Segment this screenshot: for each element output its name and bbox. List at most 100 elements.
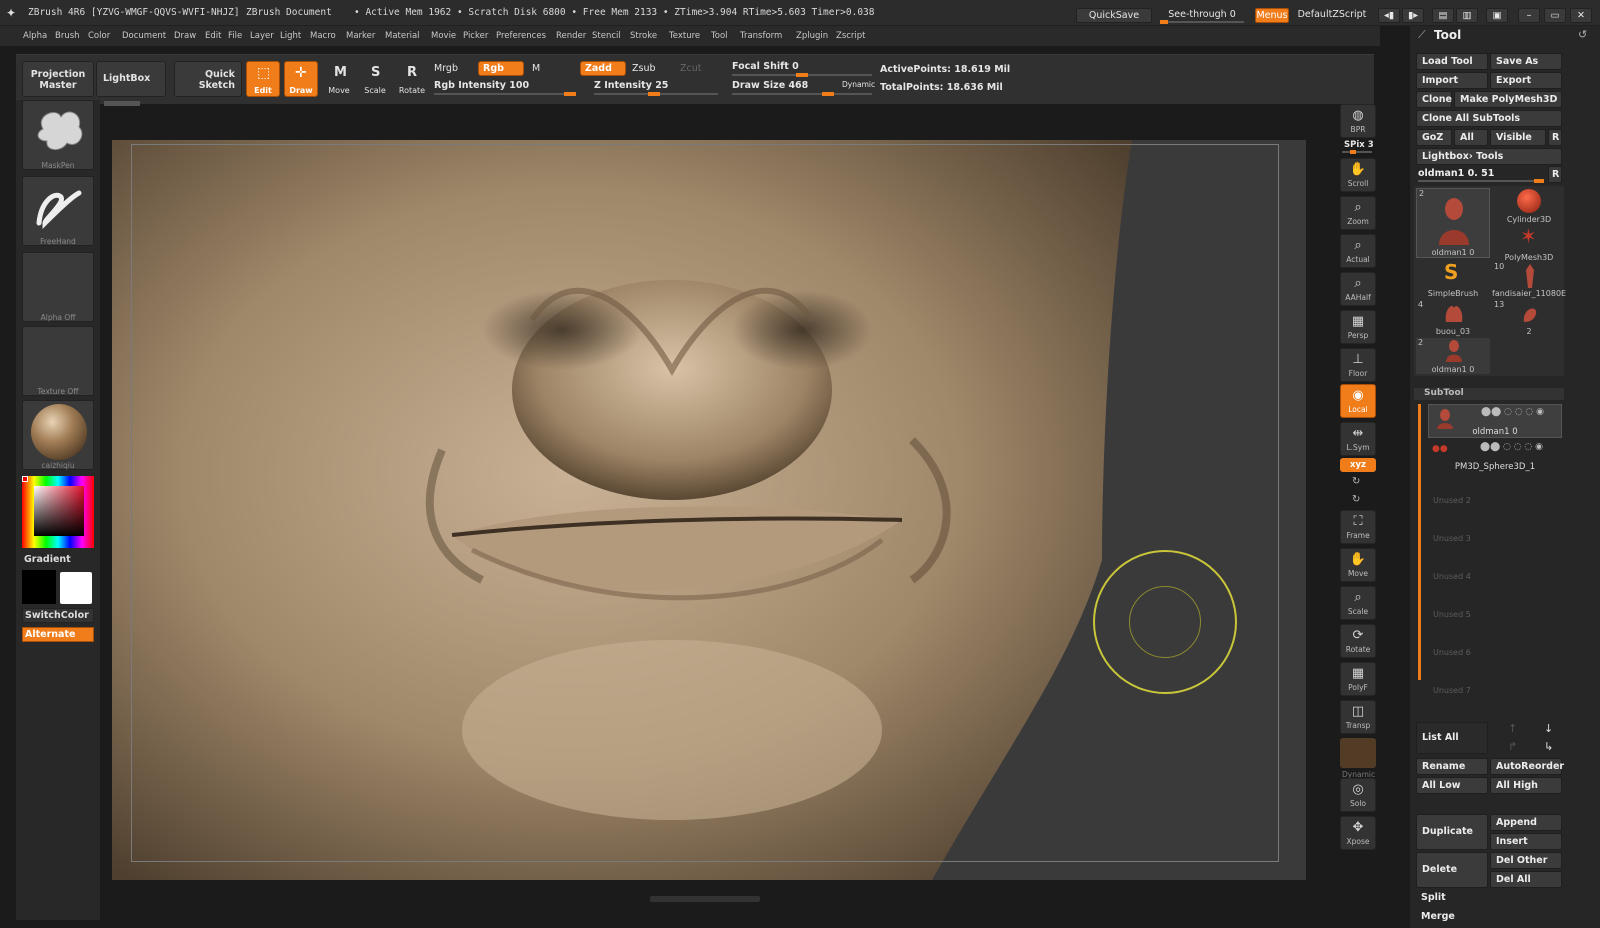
move-view-button[interactable]: ✋ Move	[1340, 548, 1376, 582]
arrow-up-right-icon[interactable]: ↱	[1508, 740, 1517, 753]
edit-button[interactable]: ⬚ Edit	[246, 61, 280, 97]
menu-alpha[interactable]: Alpha	[23, 31, 47, 41]
mrgb-button[interactable]: Mrgb	[434, 63, 458, 74]
tool-thumb-oldman-small[interactable]: 2 oldman1 0	[1416, 338, 1490, 374]
alternate-button[interactable]: Alternate	[22, 627, 94, 642]
tool-thumb-2[interactable]: 13 2	[1492, 300, 1566, 336]
bpr-button[interactable]: ◍ BPR	[1340, 104, 1376, 138]
menu-stencil[interactable]: Stencil	[592, 31, 621, 41]
subtool-scrollbar[interactable]	[1418, 404, 1421, 680]
brush-selector[interactable]: MaskPen	[22, 100, 94, 170]
goz-all-button[interactable]: All	[1454, 129, 1488, 146]
quicksave-button[interactable]: QuickSave	[1076, 8, 1152, 23]
layout-a-icon[interactable]: ▤	[1432, 8, 1454, 23]
arrow-down-icon[interactable]: ↓	[1544, 722, 1553, 735]
subtool-item-active[interactable]: ⬤⬤ ◌ ◌ ◌ ◉ oldman1 0	[1428, 404, 1562, 438]
palette-reset-icon[interactable]: ↺	[1578, 28, 1587, 41]
subtool-item[interactable]: ●● ⬤⬤ ◌ ◌ ◌ ◉ PM3D_Sphere3D_1	[1428, 442, 1562, 474]
focal-shift-slider[interactable]	[732, 73, 872, 77]
all-high-button[interactable]: All High	[1490, 777, 1562, 794]
menu-zscript[interactable]: Zscript	[836, 31, 866, 41]
rotate-y-icon[interactable]: ↻	[1352, 476, 1360, 487]
menu-tool[interactable]: Tool	[711, 31, 728, 41]
menu-stroke[interactable]: Stroke	[630, 31, 657, 41]
export-button[interactable]: Export	[1490, 72, 1562, 89]
arrow-up-icon[interactable]: ↑	[1508, 722, 1517, 735]
menu-movie[interactable]: Movie	[431, 31, 456, 41]
menu-marker[interactable]: Marker	[346, 31, 375, 41]
default-zscript-button[interactable]: DefaultZScript	[1292, 8, 1372, 23]
zoom-button[interactable]: ⌕ Zoom	[1340, 196, 1376, 230]
menu-brush[interactable]: Brush	[55, 31, 80, 41]
zadd-button[interactable]: Zadd	[580, 61, 626, 76]
spix-slider[interactable]: SPix 3	[1344, 140, 1374, 150]
tray-handle[interactable]	[104, 101, 140, 106]
list-all-button[interactable]: List All	[1416, 722, 1488, 754]
menu-macro[interactable]: Macro	[310, 31, 336, 41]
scroll-button[interactable]: ✋ Scroll	[1340, 158, 1376, 192]
quick-sketch-button[interactable]: Quick Sketch	[174, 61, 242, 97]
zsub-button[interactable]: Zsub	[632, 63, 656, 74]
palette-collapse-icon[interactable]: ⟋	[1418, 28, 1426, 42]
gradient-toggle[interactable]: Gradient	[24, 554, 71, 565]
menu-layer[interactable]: Layer	[250, 31, 274, 41]
menu-file[interactable]: File	[228, 31, 242, 41]
goz-button[interactable]: GoZ	[1416, 129, 1452, 146]
rename-button[interactable]: Rename	[1416, 758, 1488, 775]
xpose-button[interactable]: ✥ Xpose	[1340, 816, 1376, 850]
menu-zplugin[interactable]: Zplugin	[796, 31, 828, 41]
lsym-button[interactable]: ⇹ L.Sym	[1340, 422, 1376, 456]
tool-thumb-polymesh[interactable]: ✶ PolyMesh3D	[1492, 224, 1566, 262]
minimize-icon[interactable]: –	[1518, 8, 1540, 23]
bottom-tray-handle[interactable]	[650, 896, 760, 902]
subtool-header[interactable]: SubTool	[1414, 388, 1564, 400]
rotate-button[interactable]: R Rotate	[394, 61, 430, 97]
persp-button[interactable]: ▦ Persp	[1340, 310, 1376, 344]
tool-thumb-cylinder[interactable]: Cylinder3D	[1492, 188, 1566, 224]
menu-transform[interactable]: Transform	[740, 31, 782, 41]
menu-material[interactable]: Material	[385, 31, 420, 41]
load-tool-button[interactable]: Load Tool	[1416, 53, 1488, 70]
alpha-selector[interactable]: Alpha Off	[22, 252, 94, 322]
current-tool-slider[interactable]: oldman1 0. 51	[1418, 168, 1494, 179]
solo-button[interactable]: ◎ Solo	[1340, 778, 1376, 812]
subtool-visibility-toggle[interactable]: ⬤⬤ ◌ ◌ ◌ ◉	[1481, 407, 1544, 417]
actual-button[interactable]: ⌕ Actual	[1340, 234, 1376, 268]
clone-all-subtools-button[interactable]: Clone All SubTools	[1416, 110, 1562, 127]
append-button[interactable]: Append	[1490, 814, 1562, 831]
close-icon[interactable]: ✕	[1570, 8, 1592, 23]
tool-thumb-oldman[interactable]: 2 oldman1 0	[1416, 188, 1490, 258]
goz-visible-button[interactable]: Visible	[1490, 129, 1546, 146]
material-selector[interactable]: caizhiqiu	[22, 400, 94, 470]
zcut-button[interactable]: Zcut	[680, 63, 701, 74]
current-tool-r-button[interactable]: R	[1548, 166, 1562, 183]
color-picker[interactable]	[22, 476, 94, 548]
menu-render[interactable]: Render	[556, 31, 586, 41]
main-color-swatch[interactable]	[60, 572, 92, 604]
clone-button[interactable]: Clone	[1416, 91, 1452, 108]
color-saturation-square[interactable]	[34, 486, 84, 536]
scroll-left-icon[interactable]: ◂▮	[1378, 8, 1400, 23]
tool-thumb-fandisaier[interactable]: 10 fandisaier_11080E	[1492, 262, 1566, 298]
rgb-intensity-slider[interactable]	[434, 92, 576, 96]
insert-button[interactable]: Insert	[1490, 833, 1562, 850]
rotate-z-icon[interactable]: ↻	[1352, 494, 1360, 505]
menu-color[interactable]: Color	[88, 31, 110, 41]
save-as-button[interactable]: Save As	[1490, 53, 1562, 70]
local-button[interactable]: ◉ Local	[1340, 384, 1376, 418]
arrow-down-right-icon[interactable]: ↳	[1544, 740, 1553, 753]
scale-view-button[interactable]: ⌕ Scale	[1340, 586, 1376, 620]
all-low-button[interactable]: All Low	[1416, 777, 1488, 794]
document-canvas[interactable]	[112, 140, 1306, 880]
frame-button[interactable]: ⛶ Frame	[1340, 510, 1376, 544]
secondary-color-swatch[interactable]	[22, 570, 56, 604]
projection-master-button[interactable]: Projection Master	[22, 61, 94, 97]
menus-button[interactable]: Menus	[1255, 8, 1289, 23]
aahalf-button[interactable]: ⌕ AAHalf	[1340, 272, 1376, 306]
layout-b-icon[interactable]: ▥	[1456, 8, 1478, 23]
menu-light[interactable]: Light	[280, 31, 301, 41]
save-layout-icon[interactable]: ▣	[1486, 8, 1508, 23]
import-button[interactable]: Import	[1416, 72, 1488, 89]
merge-header[interactable]: Merge	[1416, 909, 1562, 926]
duplicate-button[interactable]: Duplicate	[1416, 814, 1488, 850]
